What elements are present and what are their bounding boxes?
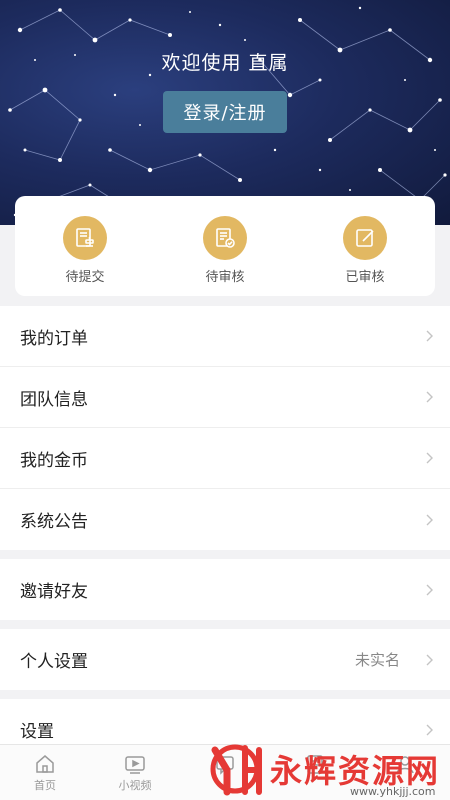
menu-item-label: 我的订单 [20, 328, 88, 349]
welcome-text: 欢迎使用 直属 [161, 52, 289, 74]
status-label: 已审核 [345, 270, 385, 285]
chevron-right-icon [426, 584, 433, 595]
menu-item-label: 团队信息 [20, 389, 88, 410]
menu-item-personal-settings[interactable]: 个人设置 未实名 [0, 629, 450, 690]
chevron-right-icon [426, 452, 433, 464]
menu-group-invite: 邀请好友 [0, 559, 450, 620]
menu-item-system-notice[interactable]: 系统公告 [0, 489, 450, 550]
watermark: 永辉资源网 www.yhkjjj.com [200, 738, 450, 800]
menu-item-invite-friends[interactable]: 邀请好友 [0, 559, 450, 620]
chevron-right-icon [426, 330, 433, 342]
login-register-button[interactable]: 登录/注册 [163, 91, 287, 133]
status-reviewed[interactable]: 已审核 [310, 196, 420, 285]
tab-home[interactable]: 首页 [0, 745, 90, 800]
menu-group-personal: 个人设置 未实名 [0, 629, 450, 690]
document-stamp-icon [63, 216, 107, 260]
chevron-right-icon [426, 724, 433, 735]
watermark-url: www.yhkjjj.com [350, 785, 436, 798]
menu-group-main: 我的订单 团队信息 我的金币 系统公告 [0, 306, 450, 550]
menu-item-label: 邀请好友 [20, 582, 88, 602]
tab-label: 小视频 [118, 779, 152, 792]
menu-item-label: 我的金币 [20, 450, 88, 471]
status-pending-review[interactable]: 待审核 [170, 196, 280, 285]
chevron-right-icon [426, 391, 433, 403]
status-label: 待提交 [65, 270, 105, 285]
menu-item-my-orders[interactable]: 我的订单 [0, 306, 450, 367]
menu-item-my-coins[interactable]: 我的金币 [0, 428, 450, 489]
menu-item-label: 系统公告 [20, 512, 88, 532]
menu-item-team-info[interactable]: 团队信息 [0, 367, 450, 428]
header-banner: 欢迎使用 直属 登录/注册 [0, 0, 450, 225]
menu-item-label: 个人设置 [20, 652, 88, 672]
tab-short-video[interactable]: 小视频 [90, 745, 180, 800]
chevron-right-icon [426, 514, 433, 525]
home-icon [36, 755, 54, 773]
verification-status: 未实名 [354, 651, 400, 669]
document-check-icon [203, 216, 247, 260]
tab-label: 首页 [34, 779, 56, 792]
status-label: 待审核 [205, 270, 245, 285]
chevron-right-icon [426, 654, 433, 665]
order-status-card: 待提交 待审核 已审核 [15, 196, 435, 296]
watermark-logo-icon [210, 744, 262, 796]
edit-icon [343, 216, 387, 260]
video-icon [125, 756, 145, 774]
status-pending-submit[interactable]: 待提交 [30, 196, 140, 285]
